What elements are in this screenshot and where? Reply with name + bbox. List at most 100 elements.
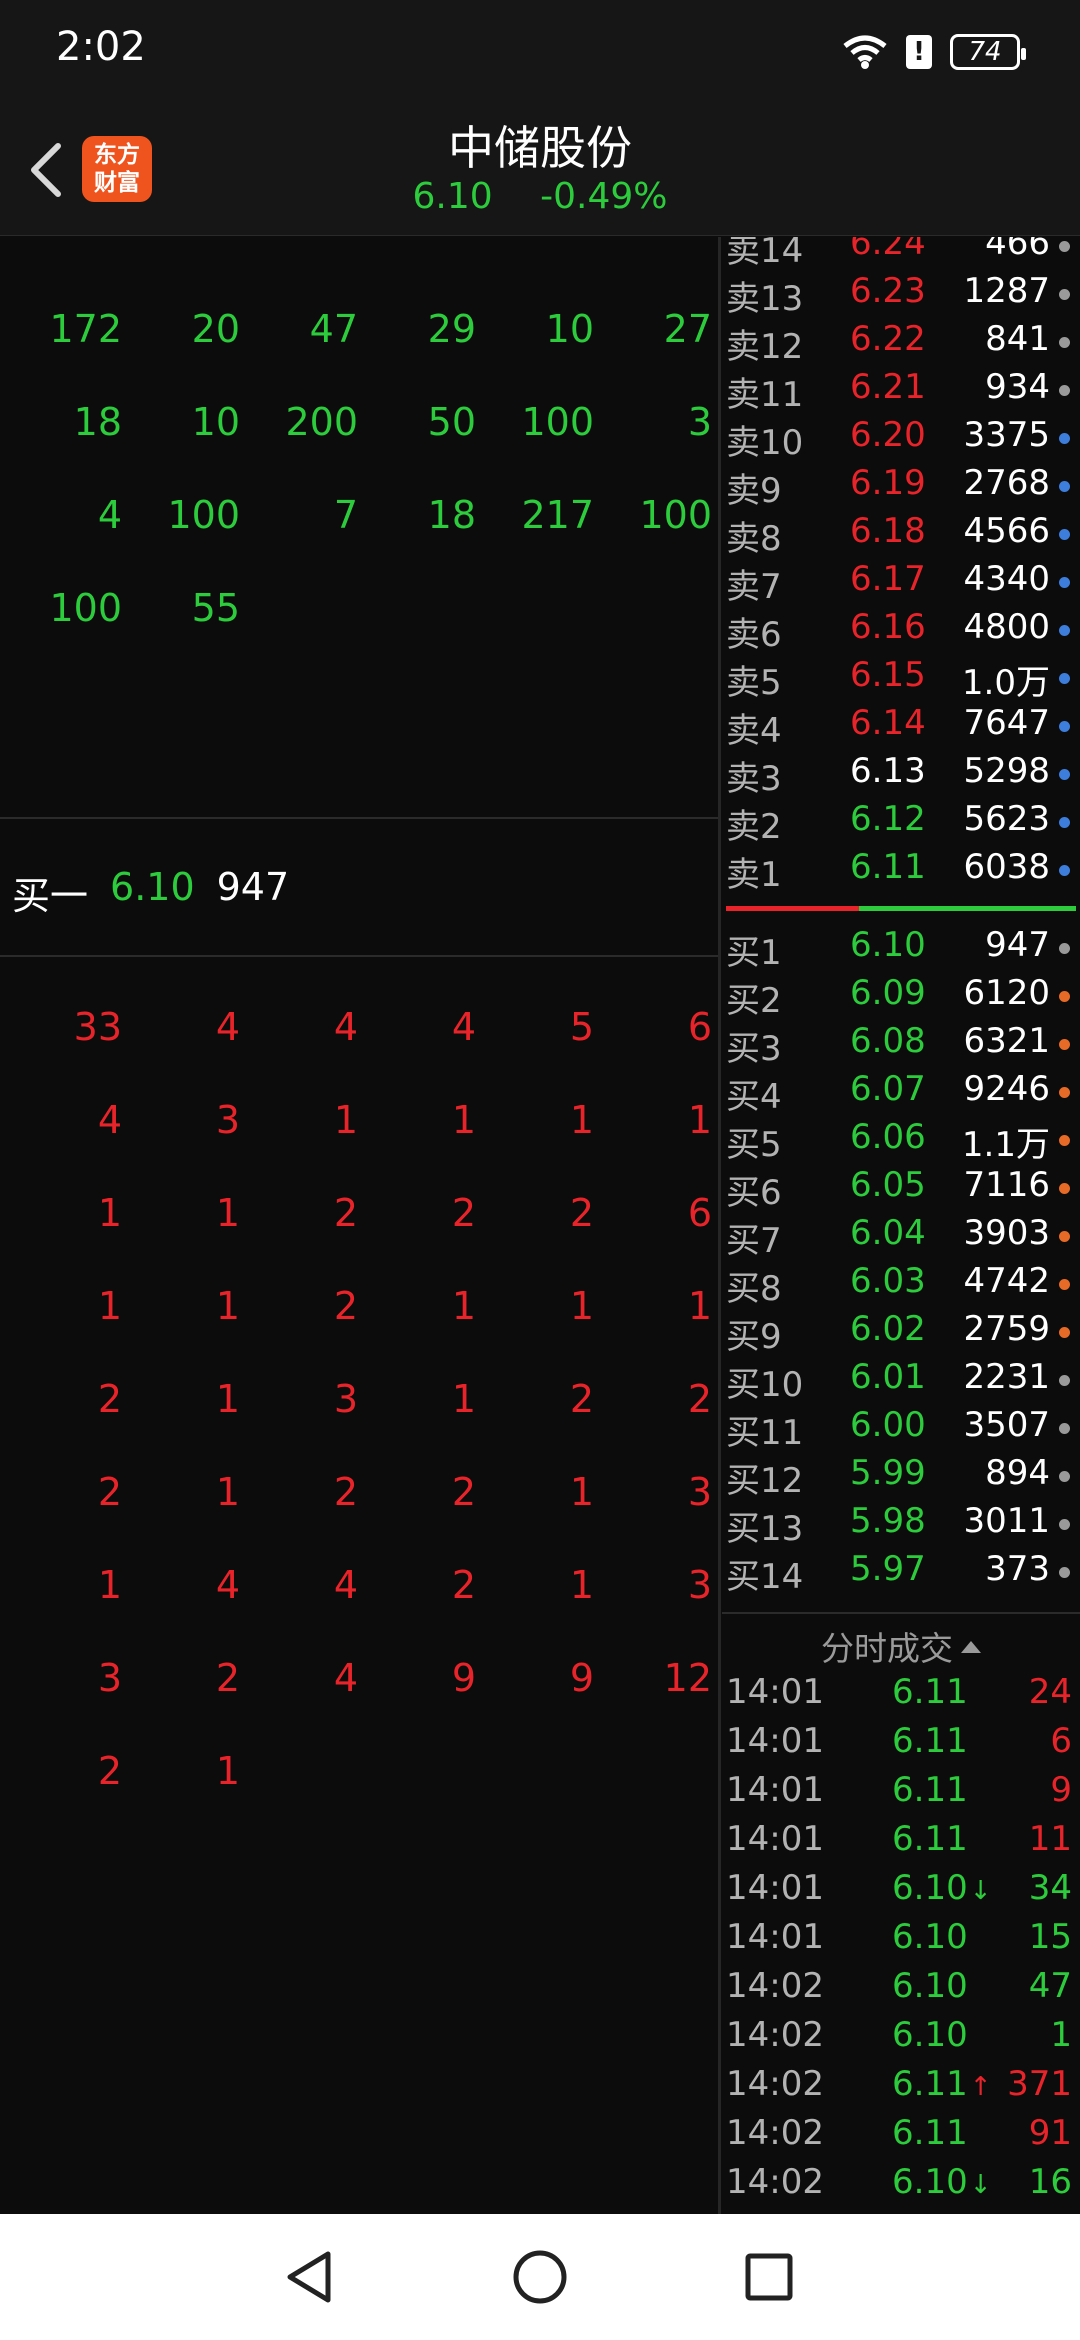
sell-level-row[interactable]: 卖14 6.24 466 — [722, 237, 1080, 271]
tick-volume: 16 — [1028, 2162, 1072, 2202]
tick-row: 14:01 6.11 9 — [722, 1770, 1080, 1818]
buy-level-row[interactable]: 买2 6.09 6120 — [722, 973, 1080, 1021]
sell-level-row[interactable]: 卖6 6.16 4800 — [722, 607, 1080, 655]
level-price: 6.06 — [850, 1117, 926, 1157]
buy-level-row[interactable]: 买10 6.01 2231 — [722, 1357, 1080, 1405]
tick-price: 6.11 — [892, 1819, 968, 1859]
queue-cell: 3 — [333, 1377, 358, 1421]
queue-row: 1 4 4 2 1 3 — [0, 1563, 718, 1623]
sell-level-row[interactable]: 卖2 6.12 5623 — [722, 799, 1080, 847]
queue-cell: 33 — [73, 1005, 122, 1049]
ticks-header[interactable]: 分时成交 — [722, 1612, 1080, 1672]
queue-cell: 1 — [97, 1563, 122, 1607]
sell-level-row[interactable]: 卖4 6.14 7647 — [722, 703, 1080, 751]
buy-level-row[interactable]: 买1 6.10 947 — [722, 925, 1080, 973]
queue-cell: 1 — [215, 1284, 240, 1328]
queue-cell: 2 — [451, 1191, 476, 1235]
level-label: 卖7 — [726, 567, 782, 607]
level-volume: 6321 — [963, 1021, 1050, 1061]
tick-price-value: 6.11 — [892, 2064, 968, 2104]
arrow-up-icon: ↑ — [969, 2072, 992, 2102]
level-volume: 2768 — [963, 463, 1050, 503]
level-dot-icon — [1059, 817, 1070, 828]
circle-home-icon — [513, 2250, 567, 2304]
queue-row: 21 — [0, 1749, 718, 1809]
buy-level-row[interactable]: 买11 6.00 3507 — [722, 1405, 1080, 1453]
queue-cell: 1 — [687, 1284, 712, 1328]
tick-volume: 6 — [1050, 1721, 1072, 1761]
sell-level-row[interactable]: 卖3 6.13 5298 — [722, 751, 1080, 799]
buy-level-row[interactable]: 买8 6.03 4742 — [722, 1261, 1080, 1309]
sell-level-row[interactable]: 卖1 6.11 6038 — [722, 847, 1080, 895]
buy-level-row[interactable]: 买7 6.04 3903 — [722, 1213, 1080, 1261]
nav-recents-button[interactable] — [736, 2244, 802, 2310]
level-dot-icon — [1059, 1327, 1070, 1338]
queue-cell: 200 — [285, 400, 358, 444]
queue-cell: 7 — [333, 493, 358, 537]
level-price: 6.21 — [850, 367, 926, 407]
queue-cell: 20 — [191, 307, 240, 351]
queue-cell: 100 — [167, 493, 240, 537]
level-price: 6.12 — [850, 799, 926, 839]
sell-level-row[interactable]: 卖9 6.19 2768 — [722, 463, 1080, 511]
caret-up-icon — [961, 1640, 981, 1653]
arrow-down-icon: ↓ — [969, 2170, 992, 2200]
queue-row: 1 1 2 2 2 6 — [0, 1191, 718, 1251]
queue-cell: 29 — [427, 307, 476, 351]
buy1-volume: 947 — [216, 865, 290, 909]
buy-level-row[interactable]: 买4 6.07 9246 — [722, 1069, 1080, 1117]
triangle-back-icon — [287, 2251, 331, 2303]
queue-cell: 1 — [569, 1563, 594, 1607]
order-book[interactable]: 卖14 6.24 466 卖13 6.23 1287 卖12 6.22 841 卖11 6.21 93… — [722, 237, 1080, 1612]
buy-level-row[interactable]: 买12 5.99 894 — [722, 1453, 1080, 1501]
level-dot-icon — [1059, 721, 1070, 732]
queue-row: 1 1 2 1 1 1 — [0, 1284, 718, 1344]
sell-level-row[interactable]: 卖12 6.22 841 — [722, 319, 1080, 367]
tick-price: 6.11 — [892, 1770, 968, 1810]
panel-separator — [718, 237, 721, 2214]
buy-level-row[interactable]: 买9 6.02 2759 — [722, 1309, 1080, 1357]
tick-price: 6.10↓ — [892, 1868, 992, 1908]
tick-time: 14:01 — [726, 1819, 824, 1859]
buy1-label: 买一 — [12, 874, 89, 918]
nav-back-button[interactable] — [276, 2244, 342, 2310]
level-dot-icon — [1059, 1039, 1070, 1050]
level-label: 卖4 — [726, 711, 782, 751]
status-time: 2:02 — [56, 24, 146, 70]
tick-volume: 47 — [1028, 1966, 1072, 2006]
status-icons: ! 74 — [842, 30, 1026, 74]
queue-cell: 18 — [73, 400, 122, 444]
sell-level-row[interactable]: 卖11 6.21 934 — [722, 367, 1080, 415]
queue-cell: 3 — [687, 1563, 712, 1607]
level-label: 卖10 — [726, 423, 804, 463]
level-volume: 3507 — [963, 1405, 1050, 1445]
buy-level-row[interactable]: 买5 6.06 1.1万 — [722, 1117, 1080, 1165]
tick-volume: 9 — [1050, 1770, 1072, 1810]
sell-level-row[interactable]: 卖10 6.20 3375 — [722, 415, 1080, 463]
level-volume: 7116 — [963, 1165, 1050, 1205]
sell-level-row[interactable]: 卖5 6.15 1.0万 — [722, 655, 1080, 703]
buy-level-row[interactable]: 买3 6.08 6321 — [722, 1021, 1080, 1069]
level-volume: 6120 — [963, 973, 1050, 1013]
level-volume: 841 — [985, 319, 1050, 359]
queue-cell: 1 — [569, 1284, 594, 1328]
tick-volume: 91 — [1028, 2113, 1072, 2153]
sell-level-row[interactable]: 卖8 6.18 4566 — [722, 511, 1080, 559]
buy-level-row[interactable]: 买13 5.98 3011 — [722, 1501, 1080, 1549]
buy-level-row[interactable]: 买14 5.97 373 — [722, 1549, 1080, 1597]
tick-time: 14:01 — [726, 1672, 824, 1712]
queue-row: 4 100 7 18 217 100 — [0, 493, 718, 553]
queue-cell: 2 — [97, 1377, 122, 1421]
queue-cell: 4 — [333, 1563, 358, 1607]
level-volume: 947 — [985, 925, 1050, 965]
queue-row: 4 3 1 1 1 1 — [0, 1098, 718, 1158]
level-label: 卖12 — [726, 327, 804, 367]
level-volume: 2759 — [963, 1309, 1050, 1349]
nav-home-button[interactable] — [507, 2244, 573, 2310]
queue-cell: 172 — [49, 307, 122, 351]
level-volume: 2231 — [963, 1357, 1050, 1397]
level-label: 买11 — [726, 1413, 804, 1453]
sell-level-row[interactable]: 卖7 6.17 4340 — [722, 559, 1080, 607]
buy-level-row[interactable]: 买6 6.05 7116 — [722, 1165, 1080, 1213]
sell-level-row[interactable]: 卖13 6.23 1287 — [722, 271, 1080, 319]
